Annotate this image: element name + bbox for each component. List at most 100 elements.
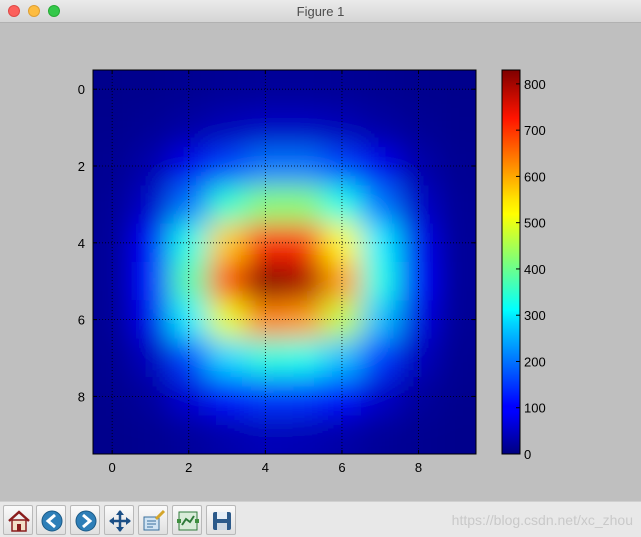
heatmap-cell (169, 185, 209, 225)
colorbar-tick-label: 100 (524, 401, 546, 416)
forward-button[interactable] (70, 505, 100, 535)
heatmap-cell (361, 70, 400, 71)
heatmap-cells (55, 32, 515, 493)
colorbar-tick-label: 700 (524, 123, 546, 138)
heatmap-cell (93, 415, 94, 454)
x-tick-label: 0 (109, 460, 116, 475)
back-button[interactable] (36, 505, 66, 535)
heatmap-cell (93, 70, 132, 71)
y-tick-label: 4 (78, 236, 85, 251)
heatmap-cell (131, 70, 171, 71)
heatmap-cell (437, 300, 476, 340)
colorbar-tick-label: 200 (524, 354, 546, 369)
heatmap-cell (131, 454, 170, 493)
pan-button[interactable] (104, 505, 134, 535)
heatmap-cell (207, 185, 247, 225)
heatmap-cell (93, 185, 132, 225)
x-tick-label: 2 (185, 460, 192, 475)
heatmap-cell (285, 454, 324, 493)
back-arrow-icon (41, 510, 63, 532)
heatmap-cell (93, 146, 94, 186)
home-button[interactable] (3, 505, 33, 535)
heatmap-cell (93, 185, 94, 225)
heatmap-cell (476, 454, 515, 493)
heatmap-cell (476, 32, 515, 71)
heatmap-cell (207, 108, 247, 148)
heatmap-cell (284, 108, 324, 148)
heatmap-cell (399, 185, 439, 225)
heatmap-cell (131, 185, 171, 225)
heatmap-cell (246, 185, 286, 225)
heatmap-cell (437, 223, 476, 263)
heatmap-cell (284, 70, 324, 71)
heatmap-cell (437, 377, 476, 417)
heatmap-cell (93, 108, 94, 148)
heatmap-cell (437, 338, 476, 378)
subplots-icon (177, 511, 199, 531)
watermark-text: https://blog.csdn.net/xc_zhou (451, 512, 633, 528)
configure-subplots-button[interactable] (172, 505, 202, 535)
heatmap-cell (131, 262, 171, 301)
heatmap-cell (207, 70, 247, 71)
colorbar-tick-label: 0 (524, 447, 531, 462)
y-tick-label: 6 (78, 313, 85, 328)
heatmap-cell (207, 262, 247, 301)
heatmap-cell (93, 223, 94, 263)
heatmap-cell (131, 415, 171, 454)
heatmap-cell (437, 70, 476, 71)
heatmap-cell (93, 70, 94, 109)
zoom-rect-icon (143, 509, 166, 531)
heatmap-cell (208, 454, 247, 493)
heatmap-plot: 0 2 4 6 8 0 2 4 6 8 0 100 200 300 400 500 600 700 800 (55, 32, 546, 493)
heatmap-cell (131, 108, 171, 148)
colorbar-tick-label: 800 (524, 77, 546, 92)
heatmap-cell (437, 146, 476, 186)
save-icon (213, 512, 231, 530)
heatmap-cell (93, 377, 94, 417)
y-tick-label: 2 (78, 159, 85, 174)
heatmap-cell (399, 70, 439, 71)
x-tick-label: 6 (338, 460, 345, 475)
heatmap-cell (246, 70, 286, 71)
heatmap-cell (93, 300, 94, 340)
heatmap-cell (284, 338, 324, 378)
heatmap-cell (438, 454, 477, 493)
heatmap-cell (322, 70, 362, 71)
move-icon (109, 510, 131, 532)
x-tick-label: 8 (415, 460, 422, 475)
heatmap-cell (437, 262, 476, 301)
heatmap-cell (322, 185, 362, 225)
heatmap-cell (437, 108, 476, 148)
zoom-button[interactable] (138, 505, 168, 535)
navigation-toolbar: https://blog.csdn.net/xc_zhou (0, 501, 641, 537)
x-tick-label: 4 (262, 460, 269, 475)
colorbar-tick-label: 500 (524, 216, 546, 231)
heatmap-cell (93, 70, 94, 71)
heatmap-cell (284, 262, 324, 301)
colorbar (501, 69, 521, 455)
forward-arrow-icon (75, 510, 97, 532)
heatmap-cell (437, 70, 476, 109)
heatmap-cell (284, 415, 324, 454)
heatmap-cell (437, 185, 476, 225)
title-bar: Figure 1 (0, 0, 641, 23)
save-button[interactable] (206, 505, 236, 535)
heatmap-cell (361, 415, 400, 454)
heatmap-cell (169, 70, 209, 71)
heatmap-cell (131, 338, 171, 378)
y-tick-label: 0 (78, 82, 85, 97)
colorbar-tick-label: 600 (524, 169, 546, 184)
heatmap-cell (361, 108, 400, 148)
heatmap-cell (361, 454, 400, 493)
colorbar-tick-label: 300 (524, 308, 546, 323)
heatmap-cell (55, 454, 94, 493)
heatmap-cell (207, 338, 247, 378)
heatmap-cell (93, 262, 94, 301)
heatmap-cell (284, 185, 324, 225)
figure-window: Figure 1 0 2 4 6 8 0 2 4 6 8 0 100 200 3… (0, 0, 641, 537)
figure-canvas: 0 2 4 6 8 0 2 4 6 8 0 100 200 300 400 500 600 700 800 (0, 23, 641, 501)
colorbar-tick-label: 400 (524, 262, 546, 277)
heatmap-cell (207, 415, 247, 454)
y-tick-label: 8 (78, 389, 85, 404)
heatmap-cell (437, 415, 476, 454)
